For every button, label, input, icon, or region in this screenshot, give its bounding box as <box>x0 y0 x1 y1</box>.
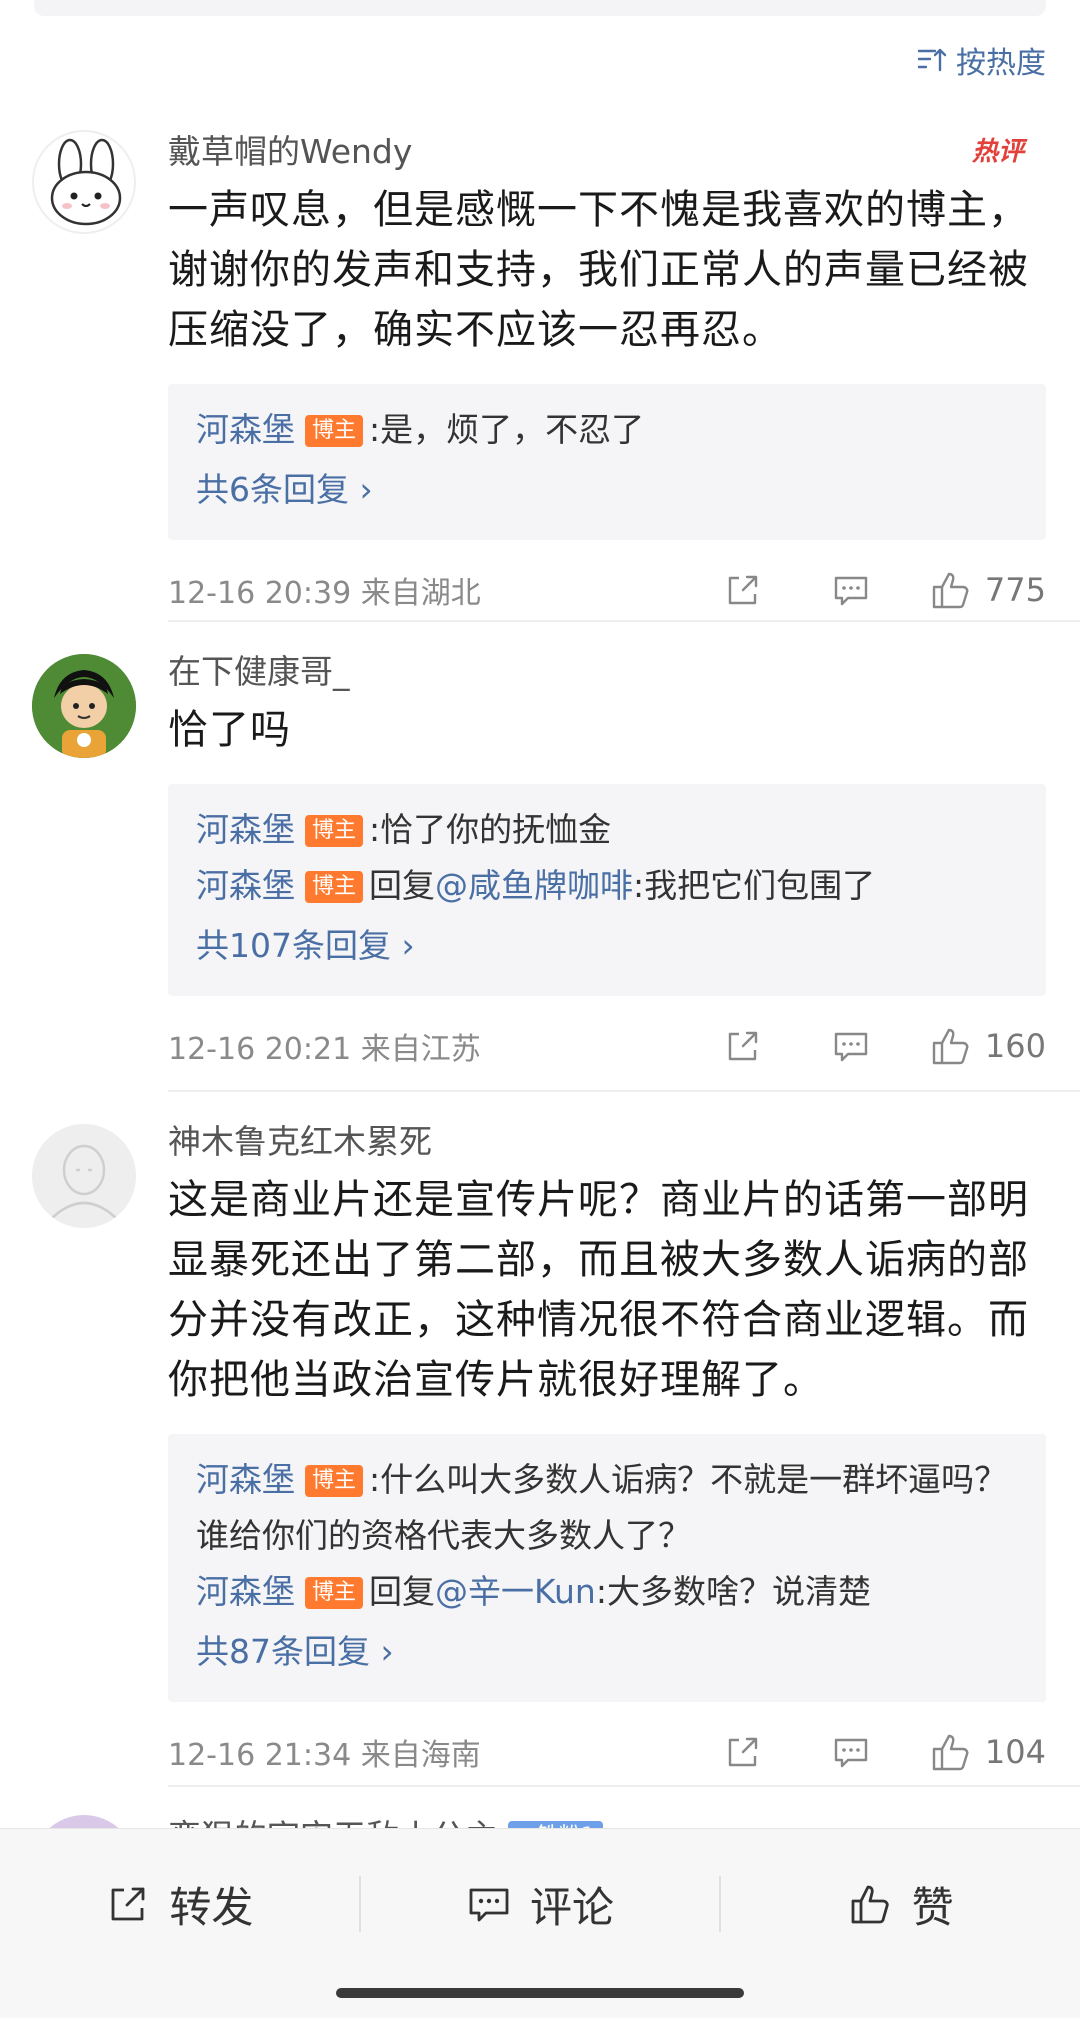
reply-content: :是，烦了，不忍了 <box>369 410 645 449</box>
comment-icon[interactable] <box>821 1722 881 1782</box>
hot-comment-tag: 热评 <box>971 130 1036 170</box>
thumbs-up-icon <box>932 1734 969 1771</box>
repost-button[interactable]: 转发 <box>0 1874 359 1935</box>
author-badge: 博主 <box>305 1465 364 1497</box>
reply-line: 河森堡 博主:什么叫大多数人诟病？不就是一群坏逼吗？谁给你们的资格代表大多数人了？ <box>196 1452 1018 1564</box>
like-button[interactable]: 160 <box>929 1024 1046 1068</box>
comment-meta: 12-16 20:21 来自江苏 160 <box>168 1016 1046 1076</box>
share-icon[interactable] <box>713 1016 773 1076</box>
previous-content-edge <box>34 0 1046 16</box>
reply-author[interactable]: 河森堡 <box>196 1460 295 1499</box>
repost-icon <box>111 1887 145 1921</box>
bottom-action-bar: 转发 评论 赞 <box>0 1828 1080 2018</box>
view-replies-link[interactable]: 共107条回复 › <box>196 918 1018 974</box>
reply-prefix: 回复 <box>369 866 436 905</box>
timestamp-location: 12-16 20:21 来自江苏 <box>168 1032 481 1067</box>
author-badge: 博主 <box>305 871 364 903</box>
divider <box>168 1785 1080 1787</box>
reply-content: :我把它们包围了 <box>633 866 876 905</box>
thumbs-up-icon <box>851 1885 889 1924</box>
username[interactable]: 在下健康哥_ <box>168 650 1046 694</box>
reply-content: :大多数啥？说清楚 <box>595 1572 871 1611</box>
author-badge: 博主 <box>305 1577 364 1609</box>
like-count: 160 <box>984 1027 1046 1065</box>
like-count: 104 <box>984 1733 1046 1771</box>
like-button[interactable]: 104 <box>929 1730 1046 1774</box>
sort-by-hot-button[interactable]: 按热度 <box>916 38 1046 82</box>
reply-author[interactable]: 河森堡 <box>196 1572 295 1611</box>
avatar[interactable] <box>32 130 136 234</box>
comment-text: 这是商业片还是宣传片呢？商业片的话第一部明显暴死还出了第二部，而且被大多数人诟病… <box>168 1177 1029 1403</box>
share-icon[interactable] <box>713 1722 773 1782</box>
comment-meta: 12-16 21:34 来自海南 104 <box>168 1722 1046 1782</box>
divider <box>168 620 1080 622</box>
avatar[interactable] <box>32 1124 136 1228</box>
like-label: 赞 <box>911 1882 954 1932</box>
svg-text:热评: 热评 <box>972 136 1028 166</box>
username[interactable]: 神木鲁克红木累死 <box>168 1120 1046 1164</box>
reply-content: :恰了你的抚恤金 <box>369 810 612 849</box>
thumbs-up-icon <box>932 1028 969 1065</box>
timestamp-location: 12-16 20:39 来自湖北 <box>168 576 481 611</box>
mention-link[interactable]: @辛一Kun <box>435 1572 596 1611</box>
reply-author[interactable]: 河森堡 <box>196 866 295 905</box>
like-post-button[interactable]: 赞 <box>721 1874 1080 1935</box>
reply-line: 河森堡 博主 回复@咸鱼牌咖啡:我把它们包围了 <box>196 858 1018 914</box>
author-badge: 博主 <box>305 415 364 447</box>
reply-author[interactable]: 河森堡 <box>196 810 295 849</box>
home-indicator[interactable] <box>336 1988 744 1998</box>
sort-label: 按热度 <box>956 46 1046 81</box>
comment-icon[interactable] <box>821 1016 881 1076</box>
reply-prefix: 回复 <box>369 1572 436 1611</box>
comment-text: 恰了吗 <box>168 707 291 753</box>
view-replies-link[interactable]: 共6条回复 › <box>196 462 1018 518</box>
reply-box[interactable]: 河森堡 博主:恰了你的抚恤金 河森堡 博主 回复@咸鱼牌咖啡:我把它们包围了 共107… <box>168 784 1046 996</box>
comment-icon[interactable] <box>821 560 881 620</box>
reply-box[interactable]: 河森堡 博主:是，烦了，不忍了 共6条回复 › <box>168 384 1046 540</box>
like-button[interactable]: 775 <box>929 568 1046 612</box>
like-count: 775 <box>984 571 1046 609</box>
avatar[interactable] <box>32 654 136 758</box>
reply-box[interactable]: 河森堡 博主:什么叫大多数人诟病？不就是一群坏逼吗？谁给你们的资格代表大多数人了？… <box>168 1434 1046 1702</box>
thumbs-up-icon <box>932 572 969 609</box>
username[interactable]: 戴草帽的Wendy <box>168 130 1046 174</box>
reply-line: 河森堡 博主 回复@辛一Kun:大多数啥？说清楚 <box>196 1564 1018 1620</box>
timestamp-location: 12-16 21:34 来自海南 <box>168 1738 481 1773</box>
author-badge: 博主 <box>305 815 364 847</box>
reply-line: 河森堡 博主:是，烦了，不忍了 <box>196 402 1018 458</box>
sort-icon <box>917 48 947 72</box>
repost-label: 转发 <box>169 1882 254 1932</box>
comment-button[interactable]: 评论 <box>361 1874 720 1935</box>
reply-author[interactable]: 河森堡 <box>196 410 295 449</box>
mention-link[interactable]: @咸鱼牌咖啡 <box>435 866 633 905</box>
view-replies-link[interactable]: 共87条回复 › <box>196 1624 1018 1680</box>
comment-label: 评论 <box>530 1882 615 1932</box>
divider <box>168 1090 1080 1092</box>
reply-line: 河森堡 博主:恰了你的抚恤金 <box>196 802 1018 858</box>
comment-icon <box>469 1888 509 1922</box>
comment-text: 一声叹息，但是感慨一下不愧是我喜欢的博主，谢谢你的发声和支持，我们正常人的声量已… <box>168 187 1029 353</box>
share-icon[interactable] <box>713 560 773 620</box>
comment-meta: 12-16 20:39 来自湖北 775 <box>168 560 1046 620</box>
